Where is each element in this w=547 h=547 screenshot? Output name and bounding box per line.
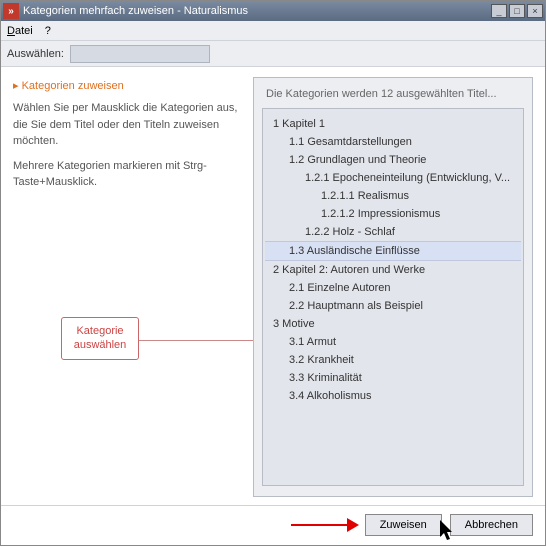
- tree-item[interactable]: 3.4 Alkoholismus: [265, 387, 521, 405]
- maximize-button[interactable]: □: [509, 4, 525, 18]
- app-window: » Kategorien mehrfach zuweisen - Natural…: [0, 0, 546, 546]
- content-area: Kategorien zuweisen Wählen Sie per Mausk…: [1, 67, 545, 505]
- tree-item[interactable]: 1.3 Ausländische Einflüsse: [265, 241, 521, 261]
- app-icon: »: [3, 3, 19, 19]
- select-input[interactable]: [70, 45, 210, 63]
- tree-item[interactable]: 1.1 Gesamtdarstellungen: [265, 133, 521, 151]
- category-tree[interactable]: 1 Kapitel 11.1 Gesamtdarstellungen1.2 Gr…: [262, 108, 524, 486]
- tree-item[interactable]: 3.1 Armut: [265, 333, 521, 351]
- callout-line-2: auswählen: [74, 339, 127, 351]
- tree-item[interactable]: 1.2.2 Holz - Schlaf: [265, 223, 521, 241]
- button-bar: Zuweisen Abbrechen: [1, 505, 545, 543]
- tree-item[interactable]: 1.2.1 Epocheneinteilung (Entwicklung, V.…: [265, 169, 521, 187]
- category-groupbox: Die Kategorien werden 12 ausgewählten Ti…: [253, 77, 533, 497]
- sidebar-help: Wählen Sie per Mausklick die Kategorien …: [13, 100, 243, 191]
- cancel-button[interactable]: Abbrechen: [450, 514, 533, 536]
- sidebar: Kategorien zuweisen Wählen Sie per Mausk…: [1, 67, 253, 505]
- callout-line-1: Kategorie: [76, 325, 123, 337]
- tree-item[interactable]: 1.2 Grundlagen und Theorie: [265, 151, 521, 169]
- window-title: Kategorien mehrfach zuweisen - Naturalis…: [23, 5, 491, 17]
- menu-bar: Datei ?: [1, 21, 545, 41]
- tree-item[interactable]: 2.2 Hauptmann als Beispiel: [265, 297, 521, 315]
- sidebar-heading: Kategorien zuweisen: [13, 79, 243, 92]
- select-bar: Auswählen:: [1, 41, 545, 67]
- callout-connector: [139, 340, 269, 341]
- menu-file[interactable]: Datei: [7, 25, 33, 37]
- tree-item[interactable]: 1 Kapitel 1: [265, 115, 521, 133]
- tree-item[interactable]: 2 Kapitel 2: Autoren und Werke: [265, 261, 521, 279]
- groupbox-title: Die Kategorien werden 12 ausgewählten Ti…: [262, 86, 524, 108]
- callout-bubble: Kategorie auswählen: [61, 317, 139, 360]
- tree-item[interactable]: 3 Motive: [265, 315, 521, 333]
- right-pane: Die Kategorien werden 12 ausgewählten Ti…: [253, 67, 545, 505]
- minimize-button[interactable]: _: [491, 4, 507, 18]
- sidebar-para-2: Mehrere Kategorien markieren mit Strg-Ta…: [13, 158, 243, 191]
- sidebar-para-1: Wählen Sie per Mausklick die Kategorien …: [13, 100, 243, 150]
- title-bar: » Kategorien mehrfach zuweisen - Natural…: [1, 1, 545, 21]
- tree-item[interactable]: 1.2.1.1 Realismus: [265, 187, 521, 205]
- tree-item[interactable]: 1.2.1.2 Impressionismus: [265, 205, 521, 223]
- select-label: Auswählen:: [7, 48, 64, 60]
- tree-item[interactable]: 3.3 Kriminalität: [265, 369, 521, 387]
- tree-item[interactable]: 2.1 Einzelne Autoren: [265, 279, 521, 297]
- menu-help[interactable]: ?: [45, 25, 51, 37]
- close-button[interactable]: ×: [527, 4, 543, 18]
- annotation-arrow: [291, 520, 361, 530]
- assign-button[interactable]: Zuweisen: [365, 514, 442, 536]
- tree-item[interactable]: 3.2 Krankheit: [265, 351, 521, 369]
